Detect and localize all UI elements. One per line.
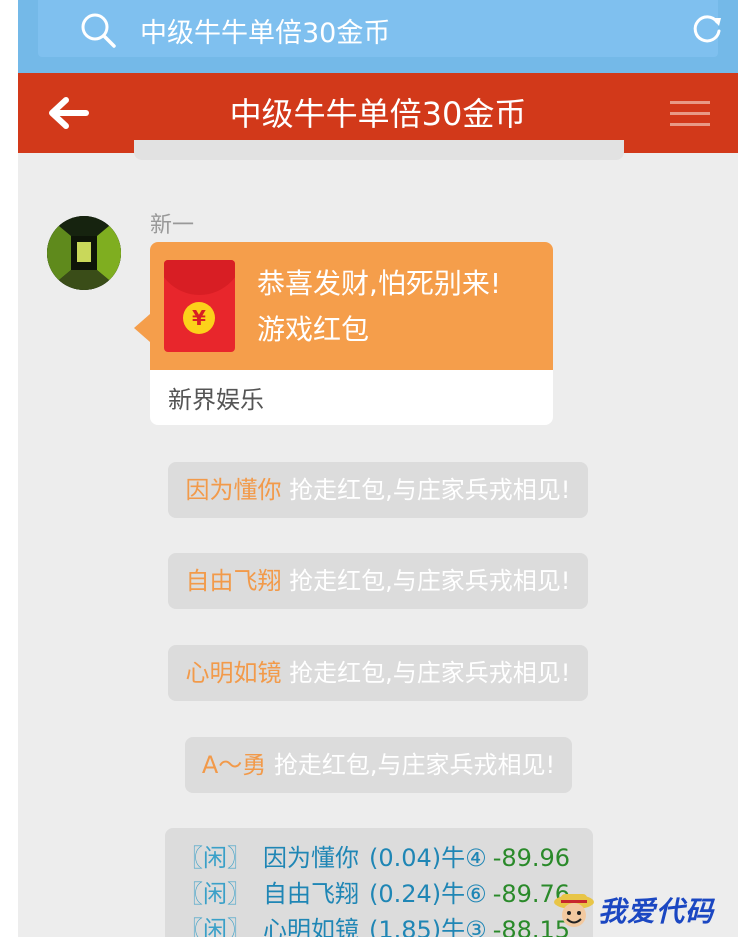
avatar[interactable] bbox=[47, 216, 121, 290]
cartoon-face-icon bbox=[554, 894, 594, 927]
notice-text: 抢走红包,与庄家兵戎相见! bbox=[281, 476, 571, 504]
result-score: (0.04)牛④ bbox=[369, 844, 487, 872]
notice-text: 抢走红包,与庄家兵戎相见! bbox=[266, 751, 556, 779]
red-packet-greeting: 恭喜发财,怕死别来! bbox=[257, 267, 502, 300]
search-query[interactable]: 中级牛牛单倍30金币 bbox=[140, 11, 390, 50]
red-packet-header: ¥ 恭喜发财,怕死别来! 游戏红包 bbox=[150, 242, 553, 370]
result-role: 〖闲〗 bbox=[179, 844, 251, 872]
chat-screen: 中级牛牛单倍30金币 中级牛牛单倍30金币 新一 ¥ 恭喜发财,怕死别来! 游戏… bbox=[18, 0, 738, 937]
refresh-icon[interactable] bbox=[690, 12, 724, 46]
result-role: 〖闲〗 bbox=[179, 880, 251, 908]
sender-name: 新一 bbox=[150, 213, 195, 238]
results-panel: 〖闲〗 因为懂你 (0.04)牛④ -89.96 〖闲〗 自由飞翔 (0.24)牛⑥ -89… bbox=[165, 828, 593, 937]
red-packet-message[interactable]: ¥ 恭喜发财,怕死别来! 游戏红包 新界娱乐 bbox=[150, 242, 553, 425]
coin-icon: ¥ bbox=[183, 302, 215, 334]
menu-icon[interactable] bbox=[670, 100, 710, 128]
watermark: 我爱代码 bbox=[552, 888, 738, 937]
grab-notice: 自由飞翔 抢走红包,与庄家兵戎相见! bbox=[168, 553, 588, 609]
result-row: 〖闲〗 因为懂你 (0.04)牛④ -89.96 bbox=[179, 838, 570, 873]
notice-player-name: 心明如镜 bbox=[185, 659, 282, 687]
search-icon[interactable] bbox=[78, 10, 118, 50]
result-row: 〖闲〗 心明如镜 (1.85)牛③ -88.15 bbox=[179, 910, 570, 937]
red-packet-source: 新界娱乐 bbox=[168, 386, 264, 414]
page-title: 中级牛牛单倍30金币 bbox=[229, 95, 527, 133]
watermark-text: 我爱代码 bbox=[598, 895, 715, 928]
search-area: 中级牛牛单倍30金币 bbox=[18, 0, 738, 73]
result-player: 心明如镜 bbox=[263, 916, 359, 937]
grab-notice: 因为懂你 抢走红包,与庄家兵戎相见! bbox=[168, 462, 588, 518]
notice-player-name: A～勇 bbox=[201, 751, 267, 779]
notice-player-name: 因为懂你 bbox=[185, 476, 282, 504]
red-envelope-icon: ¥ bbox=[164, 260, 235, 352]
search-bar[interactable]: 中级牛牛单倍30金币 bbox=[38, 0, 721, 57]
previous-message-bubble bbox=[134, 140, 624, 160]
bubble-tail bbox=[134, 314, 150, 342]
result-score: (1.85)牛③ bbox=[369, 916, 487, 937]
grab-notice: A～勇 抢走红包,与庄家兵戎相见! bbox=[185, 737, 572, 793]
notice-player-name: 自由飞翔 bbox=[185, 567, 282, 595]
result-delta: -89.96 bbox=[492, 844, 571, 872]
result-player: 因为懂你 bbox=[263, 844, 359, 872]
result-player: 自由飞翔 bbox=[263, 880, 359, 908]
grab-notice: 心明如镜 抢走红包,与庄家兵戎相见! bbox=[168, 645, 588, 701]
red-packet-type: 游戏红包 bbox=[257, 313, 370, 346]
notice-text: 抢走红包,与庄家兵戎相见! bbox=[281, 567, 571, 595]
notice-text: 抢走红包,与庄家兵戎相见! bbox=[281, 659, 571, 687]
result-row: 〖闲〗 自由飞翔 (0.24)牛⑥ -89.76 bbox=[179, 874, 570, 909]
result-role: 〖闲〗 bbox=[179, 916, 251, 937]
result-score: (0.24)牛⑥ bbox=[369, 880, 487, 908]
